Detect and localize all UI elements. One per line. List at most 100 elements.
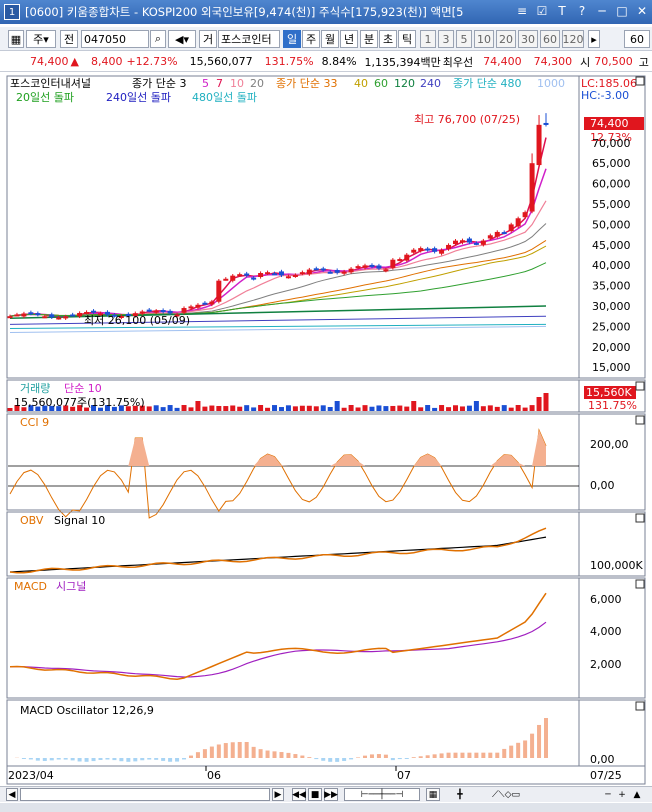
tab-tick[interactable]: 틱 [398,30,416,48]
oscillator-bar [363,755,368,758]
price-tick: 70,000 [592,137,631,150]
volume-bar [292,406,298,411]
oscillator-bar [112,758,117,761]
tool-icons[interactable]: ⟋⟍◇▭ [476,788,536,801]
tab-day[interactable]: 일 [283,30,301,48]
candle-body [487,235,493,239]
tab-year[interactable]: 년 [340,30,358,48]
volume-bar [508,407,514,411]
oscillator-bar [523,740,528,758]
volume-ratio: 131.75% [264,55,314,68]
candle-body [209,301,215,305]
help-icon[interactable]: ? [572,2,592,20]
oscillator-bar [21,758,26,759]
oscillator-bar [272,751,277,758]
volume-badge-pct: 131.75% [588,399,637,412]
macd-panel-close-icon[interactable] [635,579,645,589]
candle-body [369,264,375,267]
rewind-icon[interactable]: ◀◀ [292,788,306,801]
close-icon[interactable]: ✕ [632,2,652,20]
menu-icon[interactable]: ≡ [512,2,532,20]
candle-body [390,259,396,268]
oscillator-panel-close-icon[interactable] [635,701,645,711]
scroll-left-icon[interactable]: ◀ [6,788,18,801]
scroll-bar[interactable]: ◀ ▶ ◀◀ ■ ▶▶ ⊢──┼──⊣ ▦ ╋ ⟋⟍◇▭ ─ + ▲ [0,786,652,802]
interval-20[interactable]: 20 [496,30,516,48]
obv-tick: 100,000K [590,559,643,572]
oscillator-bar [161,758,166,761]
search-icon[interactable]: ⌕ [150,30,166,48]
oscillator-bar [432,754,437,758]
interval-1[interactable]: 1 [420,30,436,48]
x-label-07: 07 [397,769,411,782]
oscillator-bar [495,752,500,758]
volume-panel-close-icon[interactable] [635,381,645,391]
high-label: 고 [638,55,649,69]
tab-week[interactable]: 주 [302,30,320,48]
zoom-in-icon[interactable]: + [616,788,628,801]
fast-forward-icon[interactable]: ▶▶ [324,788,338,801]
speed-slider[interactable]: ⊢──┼──⊣ [344,788,420,801]
x-axis: 2023/04 06 07 07/25 [6,765,646,785]
crosshair-icon[interactable]: ╋ [450,788,470,801]
oscillator-bar [258,749,263,758]
price-panel-close-icon[interactable] [635,76,645,86]
type-button[interactable]: 거 [199,30,217,48]
candle-body [536,124,542,166]
oscillator-bar [453,752,458,758]
interval-3[interactable]: 3 [438,30,454,48]
market-select[interactable]: 주 ▾ [26,30,56,48]
scroll-right-icon[interactable]: ▶ [272,788,284,801]
volume-bar [459,406,465,411]
interval-30[interactable]: 30 [518,30,538,48]
interval-5[interactable]: 5 [456,30,472,48]
layout-icon[interactable]: ▦ [8,30,24,48]
tab-month[interactable]: 월 [321,30,339,48]
interval-60[interactable]: 60 [540,30,560,48]
candle-body [341,271,347,274]
volume-bar [369,406,375,411]
interval-120[interactable]: 120 [562,30,584,48]
stop-icon[interactable]: ■ [308,788,322,801]
cci-panel-close-icon[interactable] [635,415,645,425]
minimize-icon[interactable]: ─ [592,2,612,20]
oscillator-bar [349,758,354,760]
text-icon[interactable]: T [552,2,572,20]
speed-icon[interactable]: ▦ [426,788,440,801]
oscillator-bar [502,748,507,758]
checkbox-icon[interactable]: ☑ [532,2,552,20]
stepper-icon[interactable]: ▸ [588,30,600,48]
app-icon[interactable]: 1 [4,4,20,20]
tab-second[interactable]: 초 [379,30,397,48]
candle-body [501,232,507,235]
candle-body [91,310,97,313]
price-tick: 20,000 [592,341,631,354]
interval-10[interactable]: 10 [474,30,494,48]
volume-bar [425,405,431,411]
oscillator-bar [133,758,138,762]
count-input[interactable]: 60 [624,30,650,48]
zoom-out-icon[interactable]: ─ [602,788,614,801]
volume-bar [529,405,535,411]
volume-bar [160,407,166,411]
candle-body [216,280,222,302]
maximize-icon[interactable]: □ [612,2,632,20]
candle-body [230,275,236,281]
oscillator-bar [56,758,61,760]
chart-area[interactable]: 포스코인터내셔널 종가 단순 3 5 7 10 20 종가 단순 33 40 6… [6,74,646,786]
tab-minute[interactable]: 분 [360,30,378,48]
ma-legend3-label: 종가 단순 480 [453,77,521,90]
market-select-value: 주 [33,33,44,46]
candle-body [181,308,187,313]
code-input[interactable]: 047050 [81,30,149,48]
oscillator-bar [49,758,54,761]
volume-bar [181,405,187,411]
obv-panel-close-icon[interactable] [635,513,645,523]
volume-title: 거래량 [20,382,50,395]
fit-icon[interactable]: ▲ [630,788,644,801]
high-annotation: 최고 76,700 (07/25) [414,113,520,126]
scroll-track[interactable] [20,788,270,801]
prefix-button[interactable]: 전 [60,30,78,48]
sound-icon[interactable]: ◀▾ [168,30,196,48]
stock-name-field[interactable]: 포스코인터 [218,30,280,48]
